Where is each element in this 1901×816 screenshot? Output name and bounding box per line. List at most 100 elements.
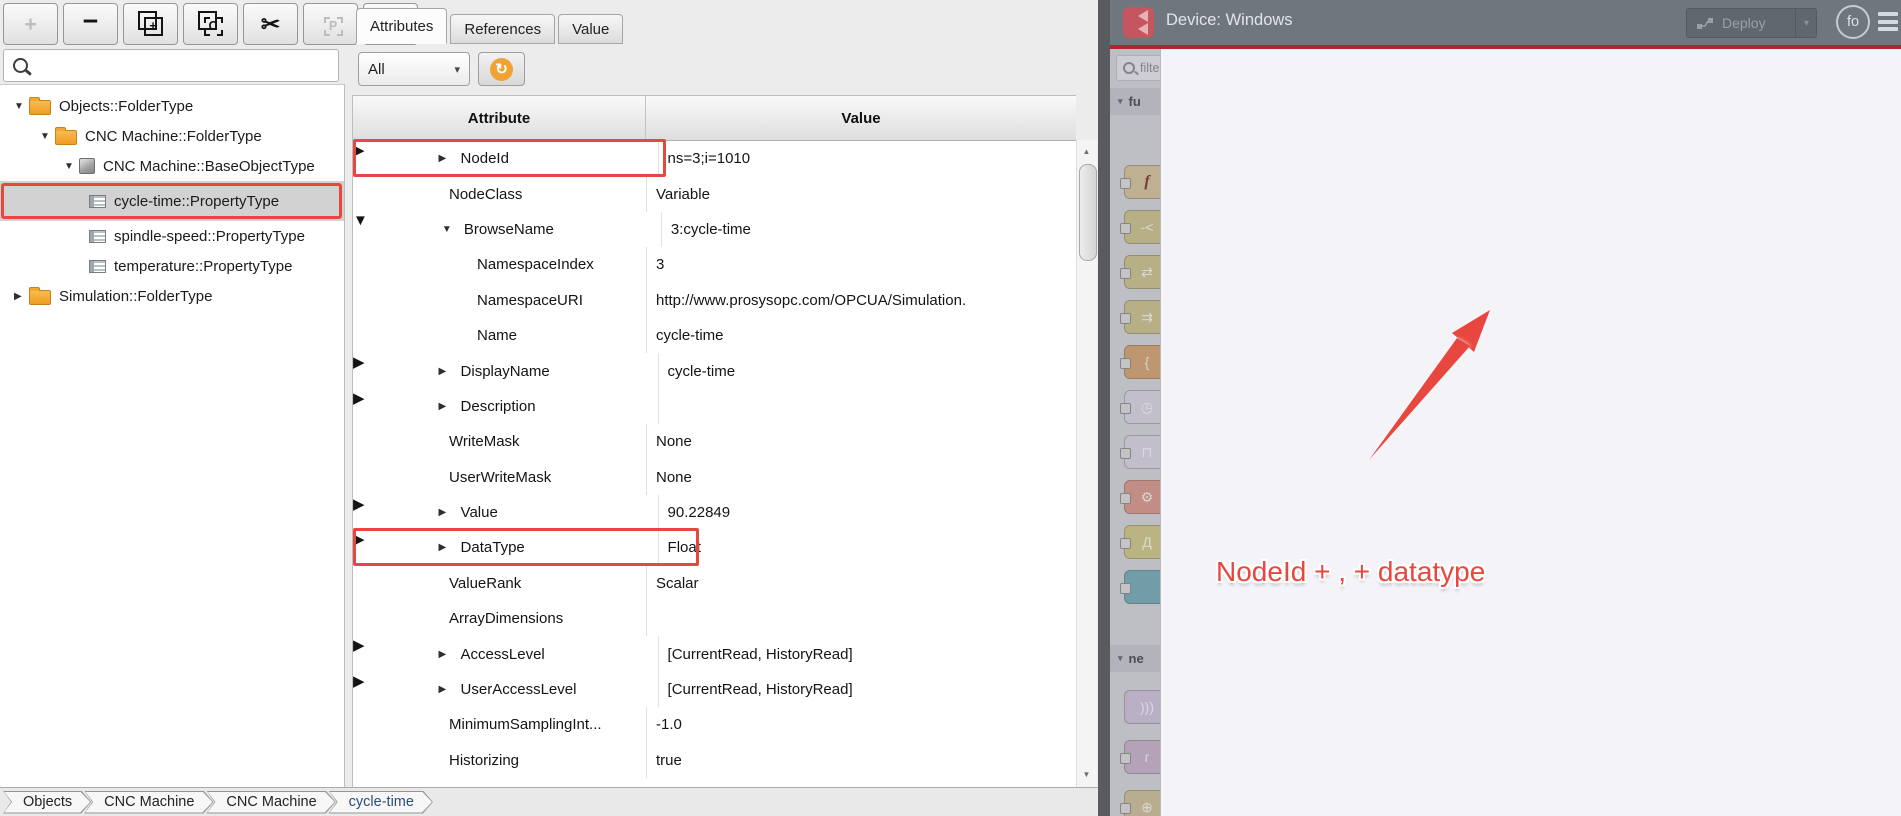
table-row-description[interactable]: Description (353, 388, 1076, 425)
palette-search-box[interactable]: filte (1116, 55, 1160, 81)
row-expander-icon[interactable] (439, 542, 461, 553)
palette-node-function[interactable]: f (1120, 165, 1160, 199)
workspace-title: Device: Windows (1166, 11, 1293, 29)
table-row-value[interactable]: Value 90.22849 (353, 494, 1076, 531)
row-expander-icon[interactable] (439, 401, 461, 412)
palette-node-icon: -< (1140, 219, 1154, 235)
attribute-name-cell: BrowseName (368, 212, 661, 247)
row-expander-icon[interactable] (439, 684, 461, 695)
palette-node-trigger[interactable]: ⊓ (1120, 435, 1160, 469)
table-row-userwritemask[interactable]: UserWriteMask None (353, 459, 1076, 495)
scrollbar-thumb[interactable] (1079, 164, 1097, 261)
row-expander-icon[interactable] (439, 366, 461, 377)
address-search-box[interactable] (3, 49, 339, 82)
tree-node-icon (89, 229, 106, 243)
attribute-name-cell: DisplayName (365, 353, 658, 388)
palette-category-network[interactable]: ▾ ne (1110, 645, 1160, 672)
scroll-up-icon[interactable]: ▲ (1076, 143, 1097, 159)
table-row-writemask[interactable]: WriteMask None (353, 424, 1076, 460)
palette-category-function[interactable]: ▾ fu (1110, 88, 1160, 115)
toolbar-button-add[interactable]: + (3, 3, 58, 45)
refresh-button[interactable]: ↻ (478, 52, 525, 86)
attribute-value-cell (657, 388, 1076, 425)
table-row-minimumsamplingint-[interactable]: MinimumSamplingInt... -1.0 (353, 707, 1076, 743)
attribute-name: NodeClass (449, 185, 523, 203)
table-row-datatype[interactable]: DataType Float (353, 528, 1076, 567)
palette-node-delay[interactable]: ◷ (1120, 390, 1160, 424)
attribute-value-cell: 90.22849 (657, 494, 1076, 531)
palette-node-link[interactable] (1120, 570, 1160, 604)
table-row-namespaceindex[interactable]: NamespaceIndex 3 (353, 247, 1076, 283)
breadcrumb-label: CNC Machine (207, 792, 334, 813)
breadcrumb-tab[interactable]: CNC Machine (206, 791, 335, 814)
row-expander-icon[interactable] (442, 224, 464, 235)
toolbar-button-cut[interactable]: ✂ (243, 3, 298, 45)
attribute-column-header[interactable]: Attribute (353, 96, 646, 140)
value-column-header[interactable]: Value (646, 96, 1076, 140)
palette-node-mqtt[interactable]: ))) (1124, 690, 1160, 724)
toolbar-button-duplicate[interactable]: + (123, 3, 178, 45)
table-row-name[interactable]: Name cycle-time (353, 317, 1076, 354)
table-row-nodeid[interactable]: NodeId ns=3;i=1010 (353, 138, 1076, 178)
attribute-name-cell: ValueRank (353, 566, 646, 601)
table-row-displayname[interactable]: DisplayName cycle-time (353, 353, 1076, 389)
tree-expander-icon[interactable] (64, 161, 79, 172)
table-row-arraydimensions[interactable]: ArrayDimensions (353, 601, 1076, 637)
table-row-nodeclass[interactable]: NodeClass Variable (353, 176, 1076, 212)
table-row-historizing[interactable]: Historizing true (353, 742, 1076, 779)
attribute-filter-dropdown[interactable]: All ▾ (358, 52, 470, 86)
palette-function-nodes: f -< ⇄ ⇉ { ◷ ⊓ ⚙ Д (1110, 165, 1160, 604)
tree-expander-icon[interactable] (40, 131, 55, 142)
table-row-useraccesslevel[interactable]: UserAccessLevel [CurrentRead, HistoryRea… (353, 671, 1076, 708)
palette-node-template[interactable]: { (1120, 345, 1160, 379)
tree-item[interactable]: Objects::FolderType (0, 91, 344, 121)
table-row-namespaceuri[interactable]: NamespaceURI http://www.prosysopc.com/OP… (353, 282, 1076, 318)
attribute-value: [CurrentRead, HistoryRead] (667, 681, 853, 699)
tree-item[interactable]: CNC Machine::FolderType (0, 121, 344, 151)
palette-node-change[interactable]: ⇄ (1120, 255, 1160, 289)
attribute-value-cell: cycle-time (657, 353, 1076, 389)
chevron-down-icon: ▾ (1118, 96, 1123, 106)
detail-tab[interactable]: Value (558, 14, 624, 44)
palette-node-network-node[interactable]: r (1120, 740, 1160, 774)
toolbar-button-icon: + (24, 12, 37, 36)
tree-item[interactable]: Simulation::FolderType (0, 281, 344, 311)
palette-node-switch[interactable]: -< (1120, 210, 1160, 244)
table-row-accesslevel[interactable]: AccessLevel [CurrentRead, HistoryRead] (353, 636, 1076, 672)
row-expander-icon[interactable] (439, 507, 461, 518)
tree-item[interactable]: spindle-speed::PropertyType (0, 221, 344, 251)
scroll-down-icon[interactable]: ▼ (1076, 766, 1097, 782)
table-row-browsename[interactable]: BrowseName 3:cycle-time (353, 211, 1076, 248)
tree-expander-icon[interactable] (14, 291, 29, 302)
palette-node-http-request[interactable]: ⊕ (1120, 790, 1160, 816)
row-expander-icon[interactable] (439, 153, 461, 164)
palette-node-exec[interactable]: ⚙ (1120, 480, 1160, 514)
user-avatar[interactable]: fo (1836, 5, 1870, 39)
palette-node-filter[interactable]: Д (1120, 525, 1160, 559)
table-row-valuerank[interactable]: ValueRank Scalar (353, 565, 1076, 602)
deploy-button[interactable]: Deploy ▾ (1686, 8, 1817, 38)
tree-item[interactable]: CNC Machine::BaseObjectType (0, 151, 344, 181)
breadcrumb-tab[interactable]: Objects (3, 791, 91, 814)
detail-tab[interactable]: Attributes (356, 8, 448, 44)
palette-node-range[interactable]: ⇉ (1120, 300, 1160, 334)
breadcrumb-tab[interactable]: CNC Machine (84, 791, 213, 814)
main-menu-icon[interactable] (1878, 12, 1898, 31)
attribute-value: ns=3;i=1010 (667, 150, 751, 168)
attribute-value: Scalar (656, 574, 699, 592)
row-expander-icon[interactable] (439, 649, 461, 660)
edit-tray (1160, 49, 1901, 816)
detail-tab[interactable]: References (450, 14, 556, 44)
toolbar-button-icon: − (82, 6, 99, 36)
toolbar-button-remove[interactable]: − (63, 3, 118, 45)
toolbar-button-copy[interactable]: C (183, 3, 238, 45)
deploy-options-chevron-icon[interactable]: ▾ (1804, 18, 1809, 29)
toolbar-button-paste[interactable]: P (303, 3, 358, 45)
tree-expander-icon[interactable] (14, 101, 29, 112)
tree-item[interactable]: temperature::PropertyType (0, 251, 344, 281)
tree-item[interactable]: cycle-time::PropertyType (0, 181, 344, 221)
search-input[interactable] (34, 56, 328, 75)
attribute-value: 3 (656, 256, 665, 274)
detail-tab-label: Value (572, 20, 610, 38)
breadcrumb-tab[interactable]: cycle-time (329, 791, 433, 814)
